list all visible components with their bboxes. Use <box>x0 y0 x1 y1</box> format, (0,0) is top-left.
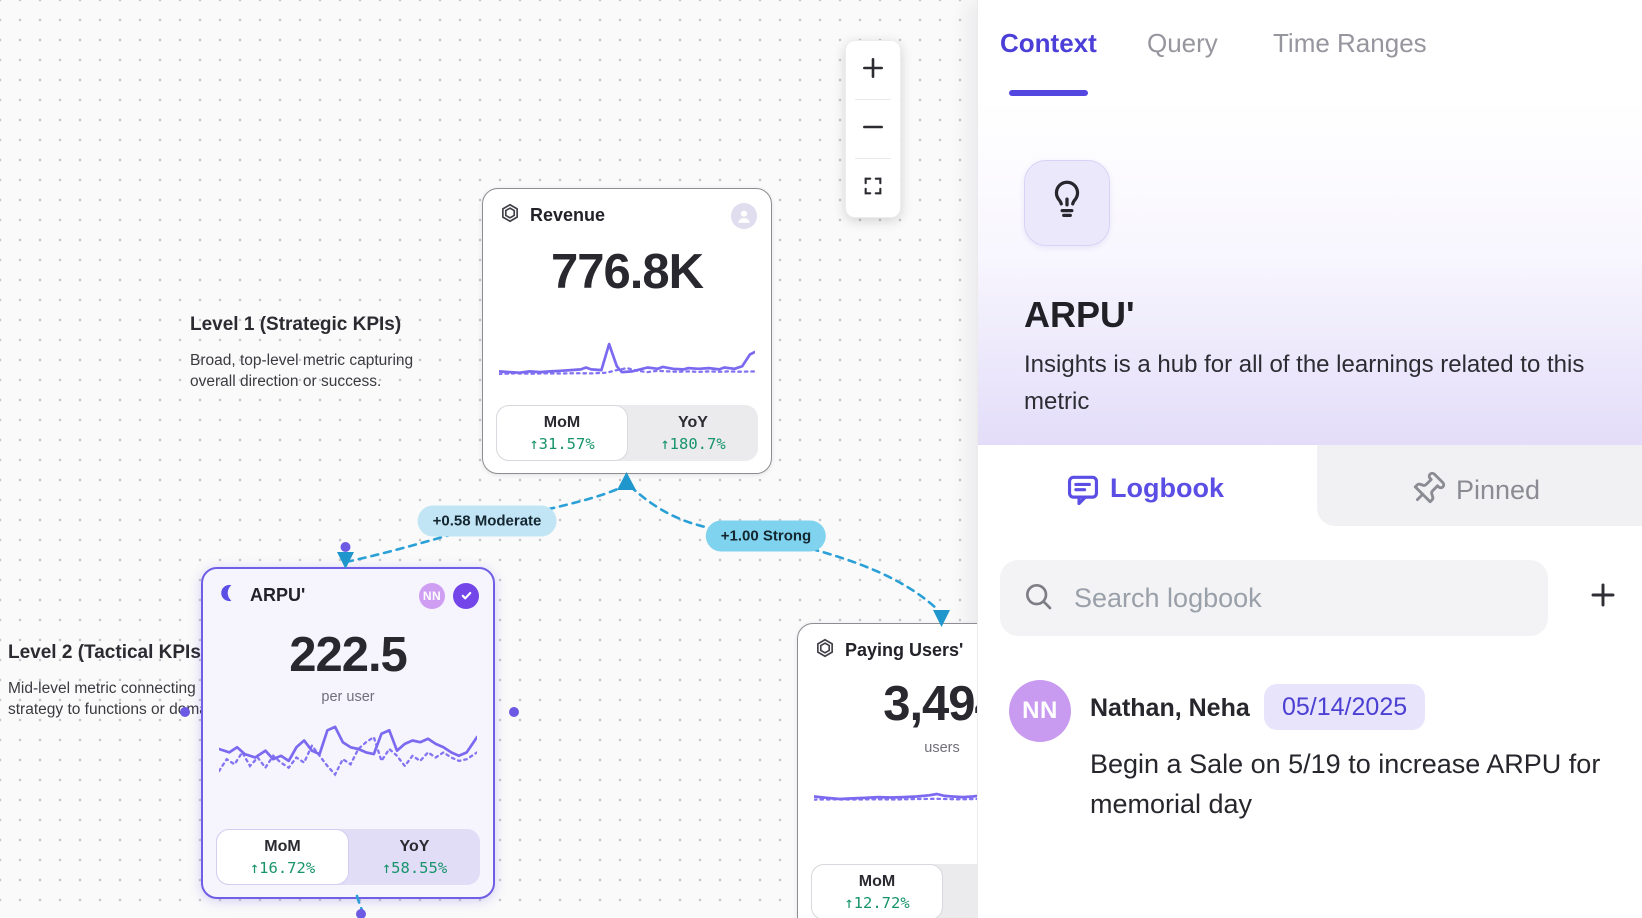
paying-users-stats: MoM ↑12.72% <box>811 864 977 918</box>
metric-card-revenue[interactable]: Revenue 776.8K MoM ↑31.57% YoY ↑180.7% <box>482 188 772 474</box>
level-2-title: Level 2 (Tactical KPIs) <box>8 642 232 664</box>
metric-card-arpu[interactable]: ARPU' NN 222.5 per user MoM ↑16.72% YoY <box>201 567 495 899</box>
minus-icon <box>860 114 886 145</box>
search-icon <box>1022 580 1054 617</box>
level-1-annotation[interactable]: Level 1 (Strategic KPIs) Broad, top-leve… <box>190 314 413 392</box>
revenue-card-header: Revenue <box>499 202 757 229</box>
entry-date-badge[interactable]: 05/14/2025 <box>1264 684 1425 730</box>
paying-users-value: 3,494 <box>798 676 977 732</box>
level-2-annotation[interactable]: Level 2 (Tactical KPIs) Mid-level metric… <box>8 642 232 720</box>
arpu-top-handle <box>341 542 351 552</box>
revenue-sparkline <box>499 335 755 387</box>
metric-card-paying-users[interactable]: Paying Users' 3,494 users MoM ↑12.72% <box>797 623 977 918</box>
level-2-description: Mid-level metric connecting strategy to … <box>8 678 232 720</box>
stat-yoy[interactable] <box>943 864 977 918</box>
app-root: Level 1 (Strategic KPIs) Broad, top-leve… <box>0 0 1642 918</box>
zoom-in-button[interactable] <box>846 41 900 99</box>
owner-avatar-icon[interactable] <box>731 203 757 229</box>
entry-avatar: NN <box>1009 680 1071 742</box>
entry-message: Begin a Sale on 5/19 to increase ARPU fo… <box>1090 744 1605 824</box>
assignee-badge[interactable]: NN <box>419 583 445 609</box>
tab-context[interactable]: Context <box>1000 28 1097 59</box>
fullscreen-icon <box>862 175 884 202</box>
paying-users-sparkline <box>814 764 977 814</box>
edge-label-moderate[interactable]: +0.58 Moderate <box>418 506 557 537</box>
level-1-title: Level 1 (Strategic KPIs) <box>190 314 413 336</box>
arpu-card-header: ARPU' NN <box>219 582 479 609</box>
level-1-description: Broad, top-level metric capturing overal… <box>190 350 413 392</box>
revenue-stats: MoM ↑31.57% YoY ↑180.7% <box>496 405 758 461</box>
paying-users-card-title: Paying Users' <box>845 640 963 661</box>
lightbulb-icon <box>1044 178 1090 229</box>
verified-badge-icon[interactable] <box>453 583 479 609</box>
paying-users-card-header: Paying Users' <box>814 637 977 664</box>
stat-yoy[interactable]: YoY ↑58.55% <box>349 829 480 885</box>
metric-header-section: ARPU' Insights is a hub for all of the l… <box>978 100 1642 445</box>
subtab-logbook[interactable]: Logbook <box>1110 473 1224 504</box>
plus-icon <box>1587 579 1619 616</box>
arpu-right-handle <box>509 707 519 717</box>
metric-description: Insights is a hub for all of the learnin… <box>1024 346 1616 420</box>
arpu-unit: per user <box>203 689 493 705</box>
context-panel: Context Query Time Ranges ARPU' Insights… <box>977 0 1642 918</box>
active-tab-underline <box>1009 90 1088 96</box>
plus-icon <box>860 55 886 86</box>
tab-time-ranges[interactable]: Time Ranges <box>1273 28 1427 59</box>
metric-title: ARPU' <box>1024 294 1135 336</box>
entry-author: Nathan, Neha <box>1090 694 1250 723</box>
arrow-into-revenue <box>617 472 636 490</box>
stat-mom[interactable]: MoM ↑12.72% <box>811 864 943 918</box>
stat-mom[interactable]: MoM ↑31.57% <box>496 405 628 461</box>
hexagon-icon <box>814 637 836 664</box>
insights-icon-box <box>1024 160 1110 246</box>
revenue-card-title: Revenue <box>530 205 605 226</box>
arpu-value: 222.5 <box>203 627 493 683</box>
hexagon-icon <box>499 202 521 229</box>
logbook-icon <box>1064 471 1102 514</box>
zoom-out-button[interactable] <box>846 100 900 158</box>
edge-label-strong[interactable]: +1.00 Strong <box>706 521 826 552</box>
add-entry-button[interactable] <box>1582 576 1624 618</box>
revenue-value: 776.8K <box>483 244 771 300</box>
pushpin-icon <box>1410 471 1446 512</box>
logbook-subtabs: Logbook Pinned <box>978 445 1642 533</box>
tab-query[interactable]: Query <box>1147 28 1218 59</box>
panel-tabs: Context Query Time Ranges <box>978 0 1642 100</box>
arpu-card-title: ARPU' <box>250 585 305 606</box>
arpu-stats: MoM ↑16.72% YoY ↑58.55% <box>216 829 480 885</box>
logbook-search <box>1000 560 1548 636</box>
stat-yoy[interactable]: YoY ↑180.7% <box>628 405 758 461</box>
stat-mom[interactable]: MoM ↑16.72% <box>216 829 349 885</box>
arpu-bottom-handle <box>356 909 366 918</box>
subtab-pinned-label[interactable]: Pinned <box>1456 475 1540 506</box>
arpu-sparkline <box>219 715 477 783</box>
search-input[interactable] <box>1072 582 1526 615</box>
paying-users-unit: users <box>798 740 977 756</box>
metric-tree-canvas[interactable]: Level 1 (Strategic KPIs) Broad, top-leve… <box>0 0 977 918</box>
zoom-fit-button[interactable] <box>846 159 900 217</box>
canvas-zoom-controls <box>845 40 901 218</box>
crescent-moon-icon <box>219 582 241 609</box>
